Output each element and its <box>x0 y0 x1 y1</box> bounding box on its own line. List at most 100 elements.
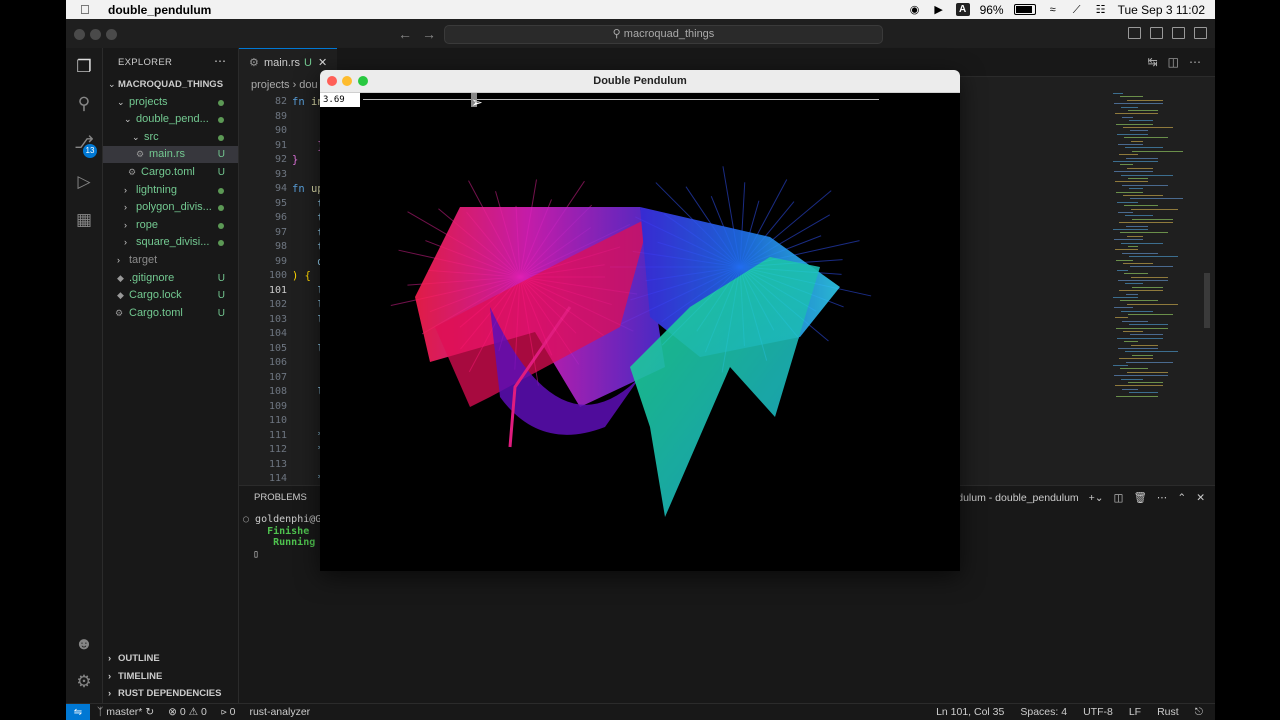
more-actions-icon[interactable]: ⋯ <box>1157 492 1168 504</box>
customize-layout-icon[interactable] <box>1194 27 1207 39</box>
extensions-icon[interactable]: ▦ <box>74 210 94 230</box>
run-debug-icon[interactable]: ▷ <box>74 172 94 192</box>
minimize-window-button[interactable] <box>342 76 352 86</box>
minimap-line <box>1114 307 1133 309</box>
clock[interactable]: Tue Sep 3 11:02 <box>1118 3 1205 17</box>
tree-item-gitignore[interactable]: ◆ .gitignore U <box>103 270 238 287</box>
tree-item-projects[interactable]: ⌄ projects <box>103 94 238 111</box>
play-icon[interactable]: ▶ <box>932 4 946 16</box>
minimap[interactable] <box>1109 93 1199 413</box>
window-title[interactable]: Double Pendulum <box>320 70 960 93</box>
explorer-sidebar: EXPLORER ⋯ ⌄ MACROQUAD_THINGS ⌄ projects… <box>103 48 239 703</box>
terminal-output[interactable]: ○ goldenphi@Go Finishe Running ▯ <box>243 514 327 560</box>
back-forward-icon[interactable]: ←→ <box>398 26 446 42</box>
split-terminal-icon[interactable]: ◫ <box>1114 492 1124 504</box>
toggle-panel-icon[interactable] <box>1150 27 1163 39</box>
git-status-badge: U <box>217 308 225 319</box>
panel-tab-problems[interactable]: PROBLEMS <box>254 492 307 503</box>
command-center[interactable]: ⚲ macroquad_things <box>444 25 883 44</box>
git-status-badge: U <box>217 273 225 284</box>
rust-analyzer-status[interactable]: rust-analyzer <box>249 706 310 719</box>
slider-track[interactable] <box>363 99 879 100</box>
tree-item-lightning[interactable]: › lightning <box>103 182 238 199</box>
minimap-line <box>1120 164 1133 166</box>
branch-status[interactable]: ᛉ master* ↻ <box>97 706 154 719</box>
tree-item-cargo-toml[interactable]: ⚙ Cargo.toml U <box>103 164 238 181</box>
minimap-line <box>1121 106 1138 108</box>
minimap-line <box>1125 283 1143 285</box>
wifi-icon[interactable]: ≈ <box>1046 4 1060 16</box>
maximize-panel-icon[interactable]: ⌃ <box>1177 492 1186 504</box>
trash-icon[interactable]: 🗑 <box>1134 491 1147 504</box>
minimap-line <box>1131 140 1143 142</box>
record-icon[interactable]: ◉ <box>908 4 922 16</box>
tree-item-src[interactable]: ⌄ src <box>103 129 238 146</box>
explorer-icon[interactable]: ❐ <box>74 57 94 77</box>
workspace-root-label: MACROQUAD_THINGS <box>118 79 224 90</box>
tree-item-rope[interactable]: › rope <box>103 217 238 234</box>
close-window-button[interactable] <box>74 29 85 40</box>
toggle-sidebar-icon[interactable] <box>1128 27 1141 39</box>
split-editor-icon[interactable]: ◫ <box>1168 55 1179 69</box>
minimap-line <box>1122 320 1148 322</box>
bell-icon[interactable]: ⎋ <box>1195 706 1203 719</box>
slider-value[interactable]: 3.69 <box>320 93 360 107</box>
control-center-icon[interactable]: ☷ <box>1094 4 1108 16</box>
search-icon[interactable]: ⚲ <box>74 94 94 114</box>
scrollbar-thumb[interactable] <box>1204 273 1210 328</box>
tree-item-square-division[interactable]: › square_divisi... <box>103 234 238 251</box>
zoom-window-button[interactable] <box>106 29 117 40</box>
minimap-line <box>1116 191 1143 193</box>
indentation[interactable]: Spaces: 4 <box>1020 706 1067 719</box>
menu-extras: ◉ ▶ A 96% ≈ ⟋ ☷ Tue Sep 3 11:02 <box>908 0 1205 19</box>
input-source-icon[interactable]: A <box>955 3 970 16</box>
account-icon[interactable]: ☻ <box>74 634 94 654</box>
more-actions-icon[interactable]: ⋯ <box>1189 55 1201 69</box>
end-of-line[interactable]: LF <box>1129 706 1141 719</box>
tree-item-double-pendulum[interactable]: ⌄ double_pend... <box>103 111 238 128</box>
code-line: t <box>292 226 324 239</box>
encoding[interactable]: UTF-8 <box>1083 706 1113 719</box>
tree-item-main-rs[interactable]: ⚙ main.rs U <box>103 146 238 163</box>
command-center-label: macroquad_things <box>623 28 715 40</box>
language-mode[interactable]: Rust <box>1157 706 1179 719</box>
toggle-secondary-sidebar-icon[interactable] <box>1172 27 1185 39</box>
code-view[interactable]: fn in }} fn up t t t t d) { l l l l l * *… <box>292 95 324 487</box>
workspace-root[interactable]: ⌄ MACROQUAD_THINGS <box>103 76 238 93</box>
zoom-window-button[interactable] <box>358 76 368 86</box>
rust-dependencies-section[interactable]: › RUST DEPENDENCIES <box>103 685 238 702</box>
close-window-button[interactable] <box>327 76 337 86</box>
minimap-line <box>1120 300 1158 302</box>
gear-icon: ⚙ <box>115 308 124 318</box>
more-actions-icon[interactable]: ⋯ <box>214 54 226 68</box>
remote-indicator-icon[interactable]: ⇋ <box>66 704 90 720</box>
apple-logo-icon[interactable]:  <box>80 2 96 17</box>
tree-item-target[interactable]: › target <box>103 252 238 269</box>
settings-gear-icon[interactable]: ⚙ <box>74 672 94 692</box>
new-terminal-icon[interactable]: +⌄ <box>1089 492 1104 504</box>
minimap-line <box>1125 351 1178 353</box>
tree-item-root-cargo-toml[interactable]: ⚙ Cargo.toml U <box>103 305 238 322</box>
minimize-window-button[interactable] <box>90 29 101 40</box>
tree-item-cargo-lock[interactable]: ◆ Cargo.lock U <box>103 287 238 304</box>
outline-section[interactable]: › OUTLINE <box>103 650 238 667</box>
line-number: 91 <box>274 139 287 151</box>
minimap-line <box>1120 232 1168 234</box>
minimap-line <box>1131 276 1168 278</box>
menu-app-name[interactable]: double_pendulum <box>108 3 211 17</box>
pen-slash-icon[interactable]: ⟋ <box>1070 4 1084 16</box>
problems-status[interactable]: ⊗ 0 ⚠ 0 <box>168 706 207 719</box>
timeline-section[interactable]: › TIMELINE <box>103 668 238 685</box>
terminal-name[interactable]: dulum - double_pendulum <box>957 492 1078 504</box>
compare-icon[interactable]: ↹ <box>1148 55 1158 69</box>
tree-item-polygon-division[interactable]: › polygon_divis... <box>103 199 238 216</box>
tree-item-label: lightning <box>136 184 177 196</box>
battery-icon[interactable] <box>1013 4 1036 15</box>
cursor-position[interactable]: Ln 101, Col 35 <box>936 706 1004 719</box>
minimap-line <box>1122 116 1133 118</box>
close-panel-icon[interactable]: ✕ <box>1196 492 1205 504</box>
breadcrumb[interactable]: projects › dou <box>251 79 318 91</box>
ports-status[interactable]: ⪧ 0 <box>221 706 236 719</box>
